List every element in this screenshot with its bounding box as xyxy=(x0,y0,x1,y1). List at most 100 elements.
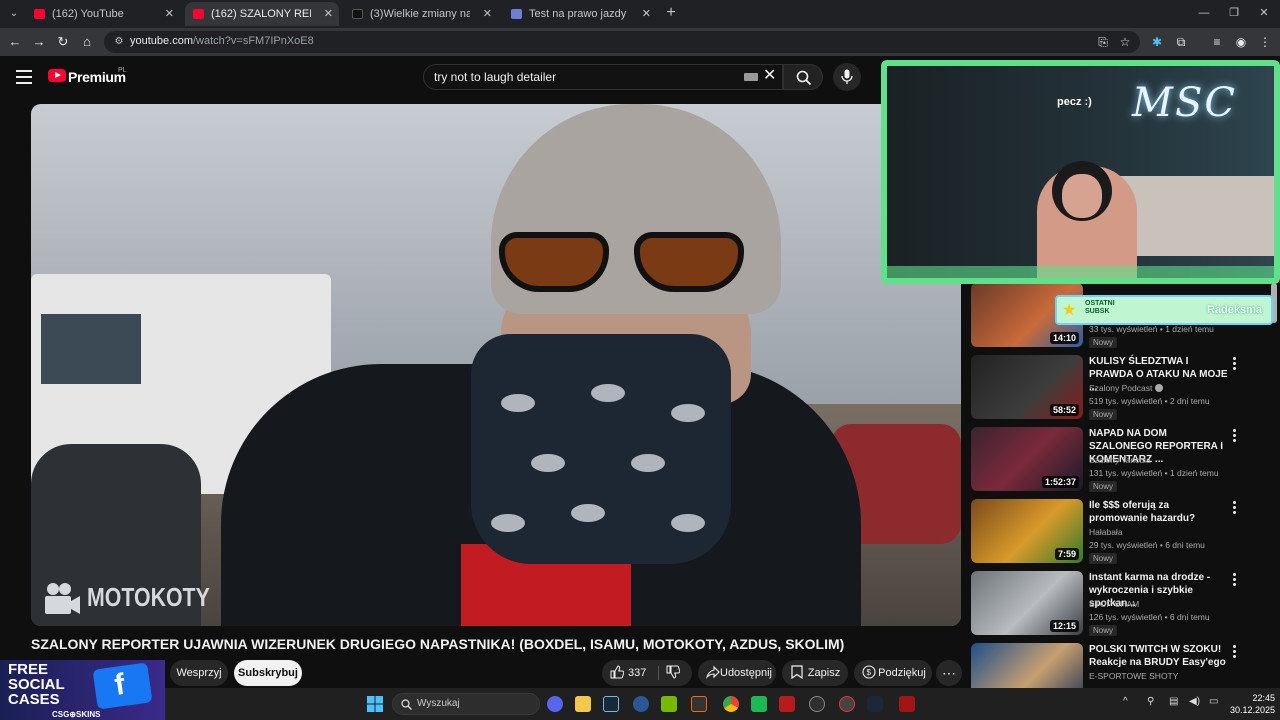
address-bar[interactable]: ⚙ youtube.com/watch?v=sFM7IPnXoE8 ⎘ ☆ xyxy=(104,31,1140,53)
app-icon[interactable] xyxy=(751,696,767,712)
close-icon[interactable]: ✕ xyxy=(642,2,651,26)
browser-tab[interactable]: Test na prawo jazdy kategorii B ✕ xyxy=(503,2,657,26)
discord-icon[interactable] xyxy=(547,696,563,712)
list-item[interactable]: 7:59 Ile $$$ oferują za promowanie hazar… xyxy=(971,499,1271,565)
extension-icon[interactable]: ✱ xyxy=(1148,33,1166,51)
save-label: Zapisz xyxy=(807,667,841,679)
keyboard-icon[interactable] xyxy=(744,73,758,81)
microphone-icon[interactable]: ⚲ xyxy=(1147,696,1154,707)
chrome-icon[interactable] xyxy=(723,696,739,712)
browser-tab[interactable]: (3)Wielkie zmiany na YouTube? ✕ xyxy=(344,2,498,26)
video-thumbnail[interactable] xyxy=(971,643,1083,693)
app-icon[interactable] xyxy=(633,696,649,712)
tray-chevron-icon[interactable]: ^ xyxy=(1123,696,1128,707)
star-icon: ★ xyxy=(1062,302,1077,319)
close-icon[interactable]: ✕ xyxy=(165,2,174,26)
browser-menu-icon[interactable]: ⋮ xyxy=(1256,33,1274,51)
minimize-icon[interactable]: — xyxy=(1194,4,1214,22)
close-icon[interactable]: ✕ xyxy=(483,2,492,26)
support-button[interactable]: Wesprzyj xyxy=(170,660,228,686)
streamer-face xyxy=(1062,174,1102,218)
video-title[interactable]: POLSKI TWITCH W SZOKU! Reakcje na BRUDY … xyxy=(1089,643,1229,669)
reload-icon[interactable]: ↻ xyxy=(54,33,72,51)
list-item[interactable]: POLSKI TWITCH W SZOKU! Reakcje na BRUDY … xyxy=(971,643,1271,693)
app-icon[interactable] xyxy=(839,696,855,712)
more-options-icon[interactable] xyxy=(1231,501,1239,515)
voicemeeter-icon[interactable] xyxy=(779,696,795,712)
close-icon[interactable]: ✕ xyxy=(324,2,333,26)
new-badge: Nowy xyxy=(1089,409,1118,420)
share-button[interactable]: Udostępnij xyxy=(698,660,776,686)
video-thumbnail[interactable]: 1:52:37 xyxy=(971,427,1083,491)
clock-date: 30.12.2025 xyxy=(1229,705,1275,715)
save-button[interactable]: Zapisz xyxy=(782,660,848,686)
more-options-icon[interactable] xyxy=(1231,357,1239,371)
channel-name[interactable]: Szalony Tancula xyxy=(1089,455,1151,465)
video-meta: 126 tys. wyświetleń • 6 dni temu xyxy=(1089,612,1210,622)
clear-search-icon[interactable]: ✕ xyxy=(763,66,777,86)
stream-frame-glow xyxy=(887,266,1274,278)
search-button[interactable] xyxy=(783,64,823,90)
video-thumbnail[interactable]: 7:59 xyxy=(971,499,1083,563)
list-item[interactable]: 12:15 Instant karma na drodze - wykrocze… xyxy=(971,571,1271,637)
restore-icon[interactable]: ❐ xyxy=(1224,4,1244,22)
video-thumbnail[interactable]: 12:15 xyxy=(971,571,1083,635)
youtube-logo-icon[interactable] xyxy=(48,69,66,82)
youtube-icon xyxy=(193,9,204,19)
nvidia-icon[interactable] xyxy=(661,696,677,712)
tab-search-icon[interactable]: ⌄ xyxy=(6,5,22,23)
search-icon xyxy=(796,70,812,86)
channel-name[interactable]: STOP CHAM xyxy=(1089,599,1139,609)
channel-name[interactable]: Hałabała xyxy=(1089,527,1123,537)
browser-tab-active[interactable]: (162) SZALONY REPORTER UJAW ✕ xyxy=(185,2,339,26)
search-input[interactable]: try not to laugh detailer xyxy=(423,64,783,90)
steam-icon[interactable] xyxy=(603,696,619,712)
app-icon[interactable] xyxy=(899,696,915,712)
install-app-icon[interactable]: ⎘ xyxy=(1094,33,1112,51)
more-options-icon[interactable] xyxy=(1231,645,1239,659)
list-item[interactable]: 1:52:37 NAPAD NA DOM SZALONEGO REPORTERA… xyxy=(971,427,1271,493)
browser-tab[interactable]: (162) YouTube ✕ xyxy=(26,2,180,26)
reading-list-icon[interactable]: ≡ xyxy=(1208,33,1226,51)
extensions-puzzle-icon[interactable]: ⧉ xyxy=(1172,33,1190,51)
back-icon[interactable]: ← xyxy=(6,33,24,51)
csgo-skins-ad[interactable]: FREESOCIALCASES CSG⊕SKINS xyxy=(0,660,165,720)
forward-icon[interactable]: → xyxy=(30,33,48,51)
like-icon[interactable] xyxy=(610,665,624,679)
app-icon[interactable] xyxy=(691,696,707,712)
steam-icon[interactable] xyxy=(867,696,883,712)
network-icon[interactable]: ▤ xyxy=(1169,696,1178,707)
clock-time: 22:45 xyxy=(1252,693,1275,703)
more-actions-button[interactable]: ⋯ xyxy=(936,660,962,686)
windows-start-icon[interactable] xyxy=(367,696,383,712)
mic-icon xyxy=(841,69,853,84)
battery-icon[interactable]: ▭ xyxy=(1209,696,1218,707)
new-tab-button[interactable]: + xyxy=(662,4,680,22)
thanks-button[interactable]: $ Podziękuj xyxy=(854,660,932,686)
file-explorer-icon[interactable] xyxy=(575,696,591,712)
subscribe-button[interactable]: Subskrybuj xyxy=(234,660,302,686)
site-info-icon[interactable]: ⚙ xyxy=(112,35,126,49)
video-thumbnail[interactable]: 58:52 xyxy=(971,355,1083,419)
taskbar-clock[interactable]: 22:45 30.12.2025 xyxy=(1225,692,1275,716)
dislike-icon[interactable] xyxy=(666,665,680,679)
taskbar-search-placeholder: Wyszukaj xyxy=(417,698,460,709)
profile-avatar-icon[interactable]: ◉ xyxy=(1232,33,1250,51)
video-player[interactable]: MOTOKOTY xyxy=(31,104,961,626)
channel-name[interactable]: E-SPORTOWE SHOTY xyxy=(1089,671,1178,681)
more-options-icon[interactable] xyxy=(1231,573,1239,587)
video-meta: 29 tys. wyświetleń • 6 dni temu xyxy=(1089,540,1205,550)
channel-name[interactable]: Szalony Podcast xyxy=(1089,383,1164,393)
list-item[interactable]: 58:52 KULISY ŚLEDZTWA I PRAWDA O ATAKU N… xyxy=(971,355,1271,421)
bookmark-star-icon[interactable]: ☆ xyxy=(1116,33,1134,51)
video-title[interactable]: Ile $$$ oferują za promowanie hazardu? xyxy=(1089,499,1229,525)
obs-icon[interactable] xyxy=(809,696,825,712)
volume-icon[interactable]: ◀) xyxy=(1189,696,1200,707)
more-options-icon[interactable] xyxy=(1231,429,1239,443)
home-icon[interactable]: ⌂ xyxy=(78,33,96,51)
video-meta: 33 tys. wyświetleń • 1 dzień temu xyxy=(1089,324,1214,334)
close-window-icon[interactable]: ✕ xyxy=(1254,4,1274,22)
taskbar-search[interactable]: Wyszukaj xyxy=(392,693,540,715)
menu-icon[interactable] xyxy=(16,70,32,84)
voice-search-button[interactable] xyxy=(833,63,861,91)
